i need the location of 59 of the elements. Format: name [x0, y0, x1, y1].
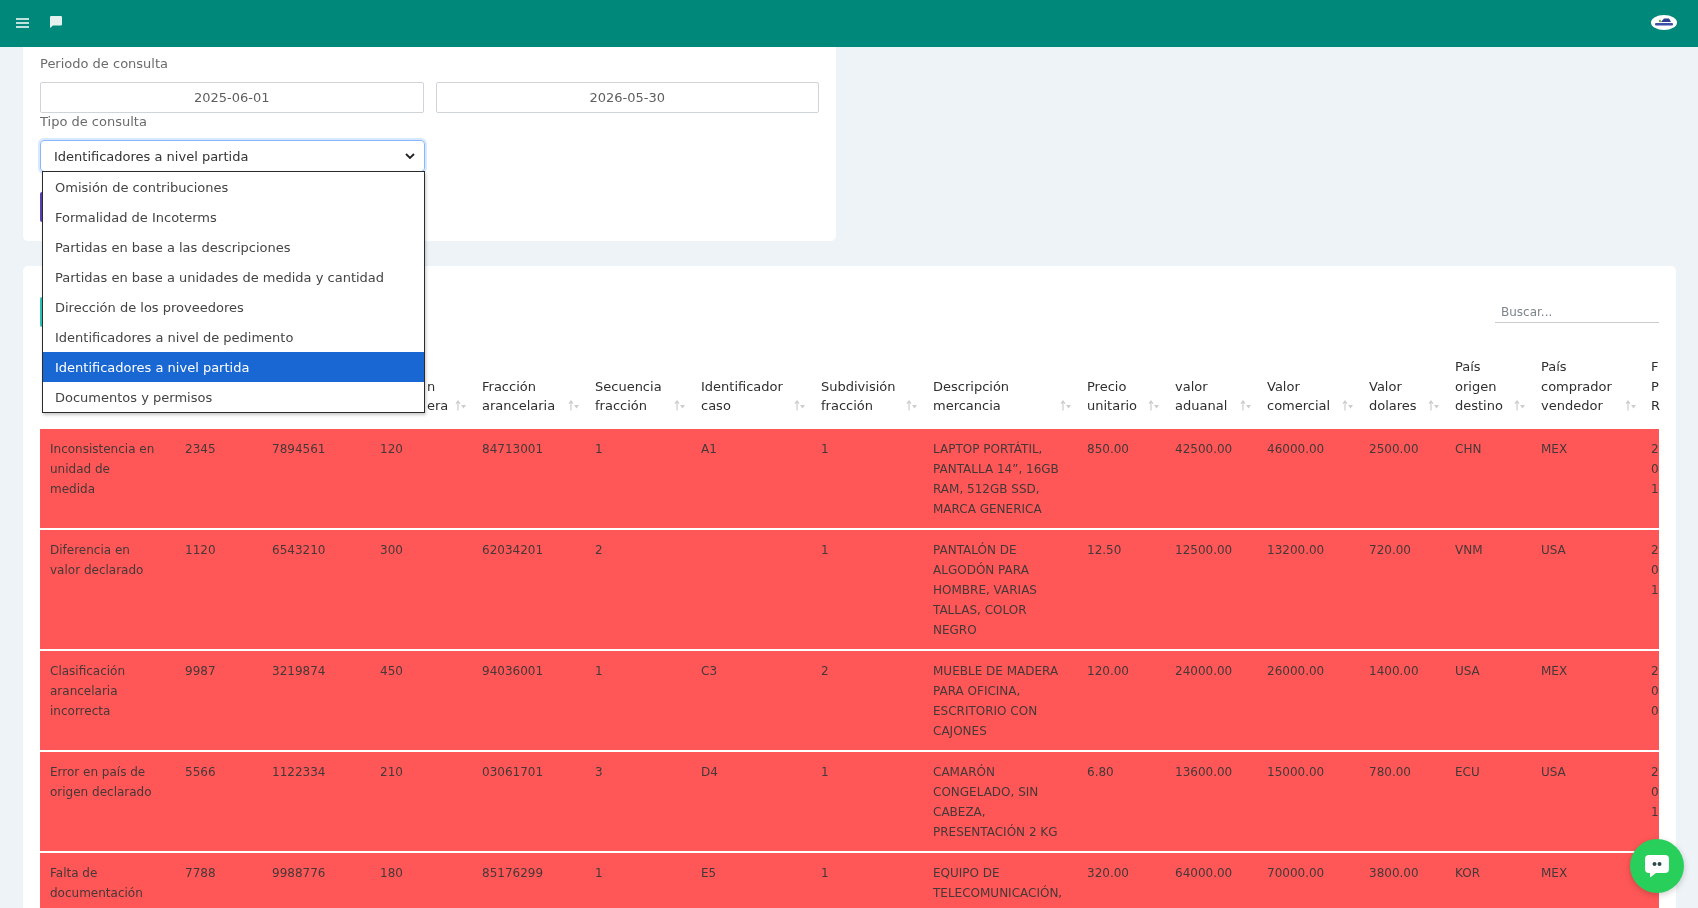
sort-icon[interactable]	[568, 399, 579, 411]
button-edge[interactable]	[40, 297, 43, 327]
sort-icon[interactable]	[1342, 399, 1353, 411]
sort-icon[interactable]	[794, 399, 805, 411]
column-header[interactable]: Valor dolares	[1369, 376, 1417, 416]
table-cell: Falta de documentación	[40, 853, 175, 908]
dropdown-option[interactable]: Partidas en base a las descripciones	[43, 232, 424, 262]
field-label: Tipo de consulta	[40, 113, 147, 131]
table-cell: 64000.00	[1165, 853, 1257, 908]
table-cell: EQUIPO DE TELECOMUNICACIÓN,	[923, 853, 1077, 908]
column-header[interactable]: País origen destino	[1455, 357, 1503, 416]
end-date-field[interactable]: 2026-05-30	[435, 82, 819, 113]
table-cell: 180	[370, 853, 472, 908]
menu-icon[interactable]	[16, 17, 29, 28]
table-cell: 9988776	[262, 853, 370, 908]
search-field[interactable]: Buscar...	[1495, 301, 1659, 323]
table-cell: 85176299	[472, 853, 585, 908]
dropdown-option[interactable]: Identificadores a nivel partida	[43, 352, 424, 382]
column-header[interactable]: Fracción arancelaria	[482, 376, 556, 416]
table-cell: 7788	[175, 853, 262, 908]
chevron-down-icon	[405, 153, 415, 159]
dropdown-option[interactable]: Identificadores a nivel de pedimento	[43, 322, 424, 352]
dropdown-option[interactable]: Omisión de contribuciones	[43, 172, 424, 202]
table-cell: KOR	[1445, 853, 1531, 908]
sort-icon[interactable]	[1240, 399, 1251, 411]
dropdown-option[interactable]: Partidas en base a unidades de medida y cantidad	[43, 262, 424, 292]
button-edge[interactable]	[40, 192, 43, 222]
column-header[interactable]: País comprador vendedor	[1541, 357, 1612, 416]
field-label: Periodo de consulta	[40, 55, 169, 73]
sort-icon[interactable]	[674, 399, 685, 411]
column-header[interactable]: F P R	[1651, 357, 1661, 416]
dropdown-option[interactable]: Formalidad de Incoterms	[43, 202, 424, 232]
table-cell: 1	[585, 853, 691, 908]
sort-icon[interactable]	[1148, 399, 1159, 411]
column-header[interactable]: Subdivisión fracción	[821, 376, 896, 416]
dropdown-option[interactable]: Dirección de los proveedores	[43, 292, 424, 322]
chat-bubble-icon	[1644, 854, 1670, 878]
dropdown-option[interactable]: Documentos y permisos	[43, 382, 424, 412]
column-header[interactable]: Secuencia fracción	[595, 376, 662, 416]
column-header[interactable]: valor aduanal	[1175, 376, 1228, 416]
column-header[interactable]: Valor comercial	[1267, 376, 1331, 416]
sort-icon[interactable]	[455, 399, 466, 411]
table-cell: 70000.00	[1257, 853, 1359, 908]
message-icon[interactable]	[50, 16, 62, 28]
column-header[interactable]: Precio unitario	[1087, 376, 1138, 416]
table-cell: 3800.00	[1359, 853, 1445, 908]
sort-icon[interactable]	[1428, 399, 1439, 411]
column-header[interactable]: Identificador caso	[701, 376, 783, 416]
sort-icon[interactable]	[906, 399, 917, 411]
table-cell: 320.00	[1077, 853, 1165, 908]
logo-icon	[1651, 15, 1677, 30]
table-cell: E5	[691, 853, 811, 908]
column-header[interactable]: n era	[427, 376, 449, 416]
sort-icon[interactable]	[1625, 399, 1636, 411]
column-header[interactable]: Descripción mercancia	[933, 376, 1010, 416]
table-cell: 1	[811, 853, 923, 908]
sort-icon[interactable]	[1060, 399, 1071, 411]
sort-icon[interactable]	[1514, 399, 1525, 411]
start-date-field[interactable]: 2025-06-01	[40, 82, 424, 113]
